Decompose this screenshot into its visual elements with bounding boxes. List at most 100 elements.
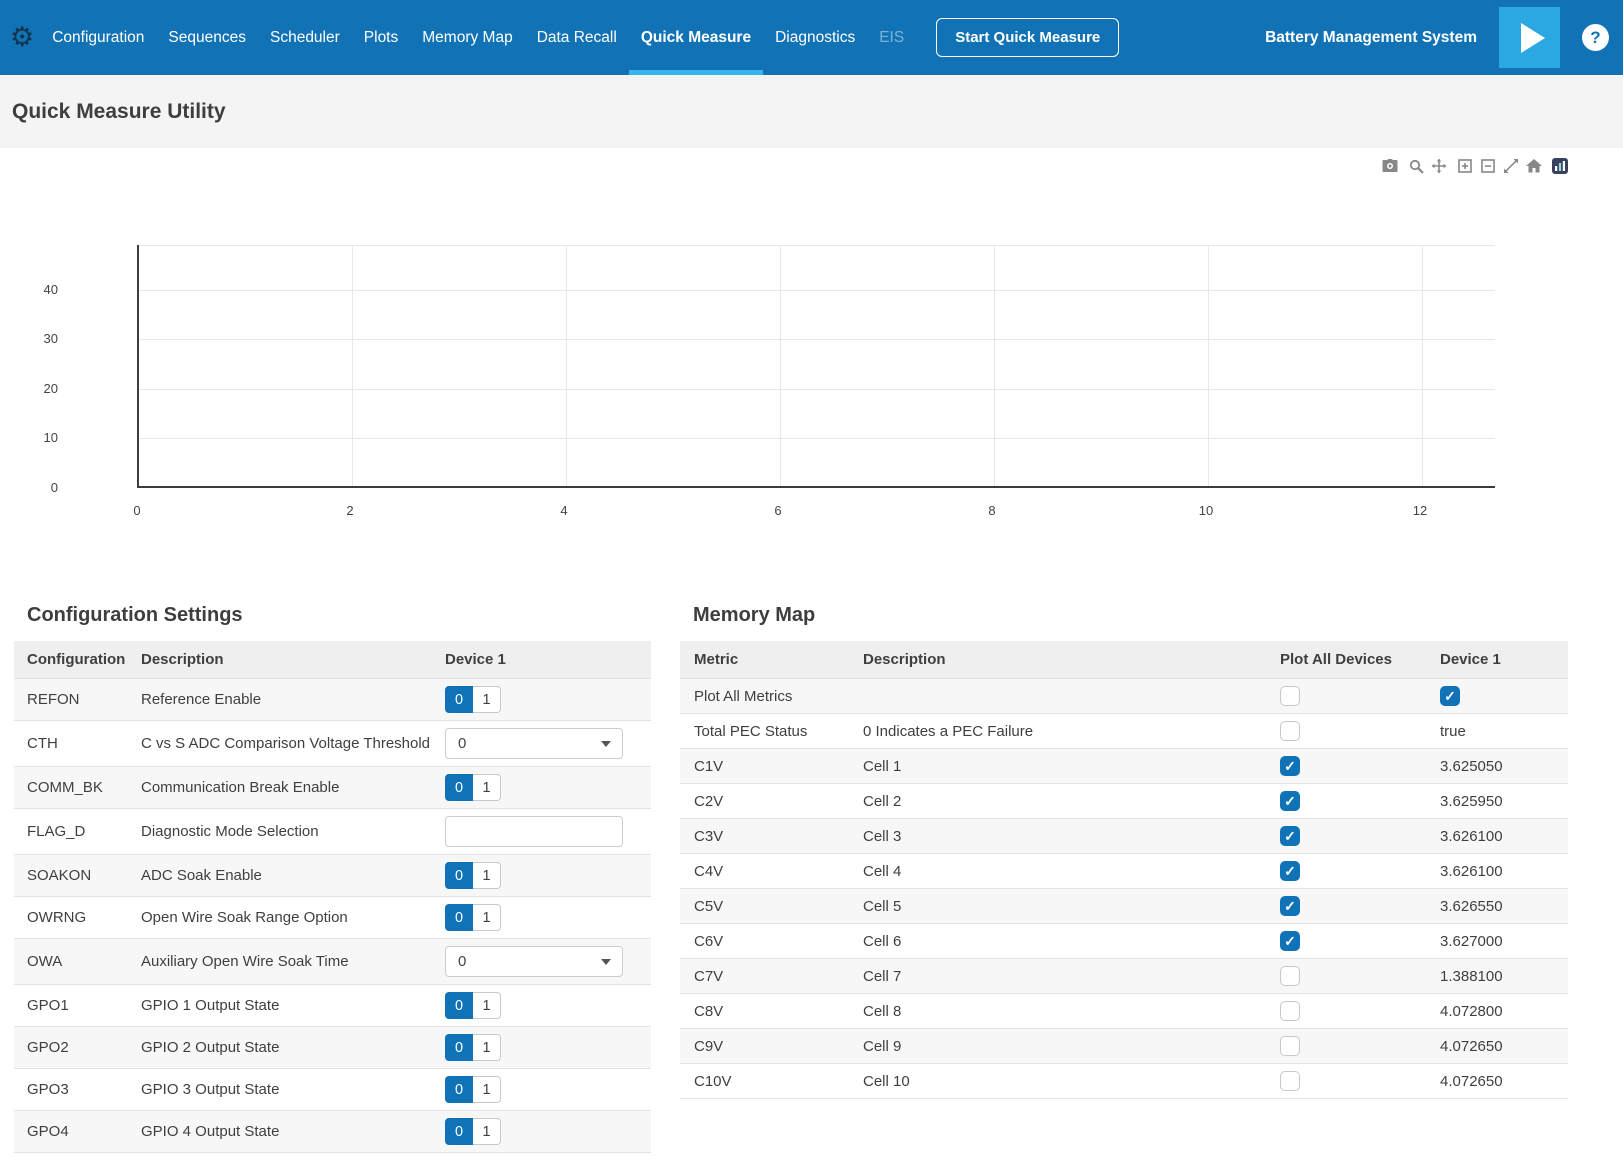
configuration-settings-table: Configuration Description Device 1 REFON… (14, 641, 651, 1153)
table-row: OWRNG Open Wire Soak Range Option 01 (14, 897, 651, 939)
chevron-down-icon (601, 959, 611, 965)
help-button[interactable]: ? (1582, 24, 1609, 51)
home-icon[interactable] (1526, 158, 1542, 174)
nav-item-plots[interactable]: Plots (352, 0, 410, 75)
zoom-in-icon[interactable] (1457, 158, 1473, 174)
metric-description: Cell 10 (849, 1064, 1266, 1099)
toggle-option-1[interactable]: 1 (473, 1076, 501, 1103)
table-row: C8V Cell 8 4.072800 (680, 994, 1568, 1029)
plot-all-checkbox[interactable] (1280, 1036, 1300, 1056)
play-button[interactable] (1499, 7, 1560, 68)
metric-description: Cell 5 (849, 889, 1266, 924)
x-tick-label: 6 (758, 503, 798, 518)
gpo1-toggle[interactable]: 01 (445, 992, 501, 1019)
toggle-option-1[interactable]: 1 (473, 774, 501, 801)
camera-icon[interactable] (1382, 158, 1398, 174)
zoom-icon[interactable] (1408, 158, 1424, 174)
plot-all-checkbox[interactable] (1280, 1001, 1300, 1021)
x-tick-label: 4 (544, 503, 584, 518)
nav-item-quick-measure[interactable]: Quick Measure (629, 0, 763, 75)
cth-select[interactable]: 0 (445, 728, 623, 759)
gridline (780, 245, 781, 486)
plot-all-checkbox[interactable] (1280, 686, 1300, 706)
config-name: FLAG_D (14, 809, 141, 855)
device1-value: 4.072650 (1426, 1029, 1568, 1064)
soakon-toggle[interactable]: 01 (445, 862, 501, 889)
table-row: REFON Reference Enable 01 (14, 679, 651, 721)
toggle-option-0[interactable]: 0 (445, 862, 473, 889)
plot-all-checkbox[interactable] (1280, 931, 1300, 951)
toggle-option-1[interactable]: 1 (473, 862, 501, 889)
plot-canvas[interactable] (137, 245, 1495, 488)
plot-all-checkbox[interactable] (1280, 861, 1300, 881)
nav-item-diagnostics[interactable]: Diagnostics (763, 0, 867, 75)
refon-toggle[interactable]: 01 (445, 686, 501, 713)
plot-all-checkbox[interactable] (1280, 826, 1300, 846)
toggle-option-1[interactable]: 1 (473, 992, 501, 1019)
plotly-logo-icon[interactable] (1552, 158, 1568, 174)
toggle-option-0[interactable]: 0 (445, 992, 473, 1019)
nav-item-eis[interactable]: EIS (867, 0, 916, 75)
metric-name: C3V (680, 819, 849, 854)
nav-item-data-recall[interactable]: Data Recall (525, 0, 629, 75)
pan-icon[interactable] (1431, 158, 1447, 174)
flag-d-input[interactable] (445, 816, 623, 847)
toggle-option-0[interactable]: 0 (445, 686, 473, 713)
gpo3-toggle[interactable]: 01 (445, 1076, 501, 1103)
toggle-option-0[interactable]: 0 (445, 904, 473, 931)
x-tick-label: 2 (330, 503, 370, 518)
table-row: C10V Cell 10 4.072650 (680, 1064, 1568, 1099)
zoom-out-icon[interactable] (1480, 158, 1496, 174)
autoscale-icon[interactable] (1503, 158, 1519, 174)
gear-icon[interactable]: ⚙ (10, 0, 34, 75)
plot-all-checkbox[interactable] (1280, 721, 1300, 741)
configuration-settings-panel: Configuration Settings Configuration Des… (14, 580, 651, 1153)
config-description: GPIO 4 Output State (141, 1111, 445, 1153)
table-row: SOAKON ADC Soak Enable 01 (14, 855, 651, 897)
config-description: Open Wire Soak Range Option (141, 897, 445, 939)
toggle-option-1[interactable]: 1 (473, 686, 501, 713)
plot-all-checkbox[interactable] (1280, 1071, 1300, 1091)
metric-description: Cell 6 (849, 924, 1266, 959)
nav-item-configuration[interactable]: Configuration (40, 0, 156, 75)
gpo2-toggle[interactable]: 01 (445, 1034, 501, 1061)
metric-name: Plot All Metrics (680, 679, 849, 714)
comm-bk-toggle[interactable]: 01 (445, 774, 501, 801)
table-row: GPO1 GPIO 1 Output State 01 (14, 985, 651, 1027)
table-row: Plot All Metrics (680, 679, 1568, 714)
toggle-option-0[interactable]: 0 (445, 1118, 473, 1145)
plot-all-checkbox[interactable] (1280, 756, 1300, 776)
table-row: COMM_BK Communication Break Enable 01 (14, 767, 651, 809)
gpo4-toggle[interactable]: 01 (445, 1118, 501, 1145)
config-description: Auxiliary Open Wire Soak Time (141, 939, 445, 985)
toggle-option-0[interactable]: 0 (445, 1076, 473, 1103)
nav-item-memory-map[interactable]: Memory Map (410, 0, 524, 75)
metric-description: Cell 1 (849, 749, 1266, 784)
memory-map-table: Metric Description Plot All Devices Devi… (680, 641, 1568, 1099)
owa-select[interactable]: 0 (445, 946, 623, 977)
y-tick-label: 10 (20, 430, 58, 445)
toggle-option-0[interactable]: 0 (445, 774, 473, 801)
metric-name: C7V (680, 959, 849, 994)
owrng-toggle[interactable]: 01 (445, 904, 501, 931)
gridline (1422, 245, 1423, 486)
metric-name: C1V (680, 749, 849, 784)
toggle-option-1[interactable]: 1 (473, 1118, 501, 1145)
device1-checkbox[interactable] (1440, 686, 1460, 706)
configuration-settings-title: Configuration Settings (27, 604, 651, 627)
column-header-description: Description (141, 641, 445, 679)
toggle-option-1[interactable]: 1 (473, 904, 501, 931)
page-title: Quick Measure Utility (0, 100, 226, 124)
plot-all-checkbox[interactable] (1280, 791, 1300, 811)
start-quick-measure-button[interactable]: Start Quick Measure (936, 18, 1119, 57)
metric-name: C9V (680, 1029, 849, 1064)
gridline (1208, 245, 1209, 486)
nav-item-scheduler[interactable]: Scheduler (258, 0, 352, 75)
toggle-option-1[interactable]: 1 (473, 1034, 501, 1061)
table-row: C6V Cell 6 3.627000 (680, 924, 1568, 959)
nav-item-sequences[interactable]: Sequences (156, 0, 258, 75)
plot-all-checkbox[interactable] (1280, 896, 1300, 916)
plot-all-checkbox[interactable] (1280, 966, 1300, 986)
toggle-option-0[interactable]: 0 (445, 1034, 473, 1061)
memory-map-title: Memory Map (693, 604, 1568, 627)
